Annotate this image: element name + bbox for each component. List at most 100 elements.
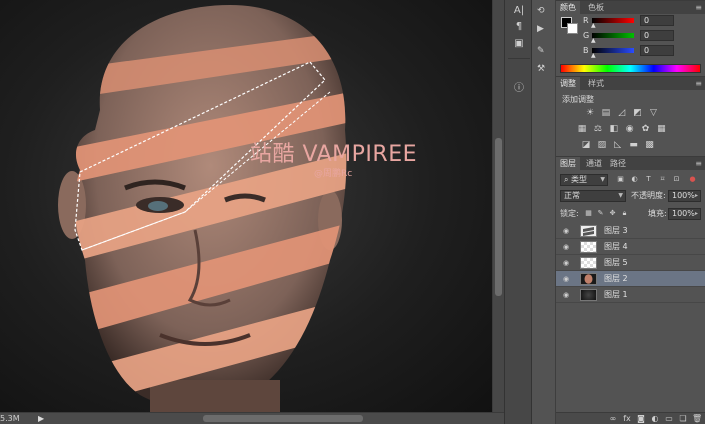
layer-filter-row: ⌕ 类型 ▼ ▣ ◐ T ⌑ ⊡ ● — [560, 174, 701, 186]
history-panel-icon[interactable]: ⟲ — [537, 6, 545, 16]
tab-channels[interactable]: 通道 — [582, 157, 606, 170]
document-size-text: 5.3M — [0, 414, 20, 423]
gradient-map-icon[interactable]: ▬ — [628, 139, 640, 151]
panel-menu-icon[interactable]: ≡ — [695, 77, 702, 90]
tab-styles[interactable]: 样式 — [584, 77, 608, 90]
hue-saturation-icon[interactable]: ▦ — [576, 123, 588, 135]
layer-thumbnail — [580, 289, 597, 301]
panel-menu-icon[interactable]: ≡ — [695, 1, 702, 14]
posterize-icon[interactable]: ▨ — [596, 139, 608, 151]
brush-panel-icon[interactable]: ✎ — [537, 46, 545, 56]
slider-knob-icon[interactable]: ▲ — [591, 53, 596, 59]
layer-thumbnail — [580, 225, 597, 237]
exposure-icon[interactable]: ◩ — [632, 107, 644, 119]
actions-panel-icon[interactable]: ▶ — [537, 24, 544, 34]
filter-adjustment-icon[interactable]: ◐ — [630, 175, 639, 184]
blue-value-input[interactable]: 0 — [640, 45, 674, 56]
visibility-eye-icon[interactable]: ◉ — [563, 259, 569, 267]
status-menu-arrow-icon[interactable]: ▶ — [38, 414, 44, 423]
blue-slider[interactable] — [592, 48, 634, 53]
channel-mixer-icon[interactable]: ✿ — [640, 123, 652, 135]
lock-position-icon[interactable]: ✥ — [608, 209, 617, 218]
layer-comps-icon[interactable]: ▣ — [511, 37, 527, 51]
layer-row[interactable]: ◉ 图层 5 — [556, 255, 705, 271]
status-bar: 5.3M ▶ — [0, 412, 504, 424]
fill-value: 100% — [672, 209, 695, 218]
canvas-horizontal-scrollbar[interactable] — [48, 415, 498, 422]
tab-adjustments[interactable]: 调整 — [556, 77, 580, 90]
fx-icon[interactable]: fx — [622, 414, 632, 424]
filter-shape-icon[interactable]: ⌑ — [658, 175, 667, 184]
red-value-input[interactable]: 0 — [640, 15, 674, 26]
tab-color[interactable]: 颜色 — [556, 1, 580, 14]
visibility-eye-icon[interactable]: ◉ — [563, 243, 569, 251]
curves-icon[interactable]: ◿ — [616, 107, 628, 119]
adjustments-panel: 调整 样式 ≡ 添加调整 ☀ ▤ ◿ ◩ ▽ ▦ ⚖ ◧ ◉ ✿ ▦ ◪ ▨ ◺… — [556, 76, 705, 156]
blend-mode-select[interactable]: 正常 ▼ — [560, 190, 626, 202]
filter-kind-select[interactable]: ⌕ 类型 ▼ — [560, 174, 608, 186]
layer-row[interactable]: ◉ 图层 1 — [556, 287, 705, 303]
vertical-scroll-thumb[interactable] — [495, 138, 502, 296]
vibrance-icon[interactable]: ▽ — [648, 107, 660, 119]
filter-pixel-icon[interactable]: ▣ — [616, 175, 625, 184]
info-panel-icon[interactable]: ⓘ — [511, 82, 527, 96]
color-lookup-icon[interactable]: ▦ — [655, 123, 667, 135]
document-canvas[interactable]: 站酷 VAMPIREE @周鹏Rc — [0, 0, 492, 412]
blend-mode-value: 正常 — [564, 191, 580, 200]
chevron-down-icon: ▼ — [618, 192, 623, 199]
slider-knob-icon[interactable]: ▲ — [591, 38, 596, 44]
layer-row[interactable]: ◉ 图层 4 — [556, 239, 705, 255]
folder-icon[interactable]: ▭ — [664, 414, 674, 424]
new-layer-icon[interactable]: ❏ — [678, 414, 688, 424]
green-slider[interactable] — [592, 33, 634, 38]
background-color-swatch[interactable] — [567, 23, 578, 34]
color-balance-icon[interactable]: ⚖ — [592, 123, 604, 135]
slider-knob-icon[interactable]: ▲ — [591, 23, 596, 29]
canvas-vertical-scrollbar[interactable] — [492, 0, 504, 412]
fill-label: 填充: — [648, 209, 667, 218]
tab-swatches[interactable]: 色板 — [584, 1, 608, 14]
photoshop-window: 站酷 VAMPIREE @周鹏Rc 5.3M ▶ A| ¶ ▣ ⓘ ⟲ ▶ ✎ … — [0, 0, 705, 424]
lock-image-icon[interactable]: ✎ — [596, 209, 605, 218]
visibility-eye-icon[interactable]: ◉ — [563, 291, 569, 299]
levels-icon[interactable]: ▤ — [600, 107, 612, 119]
visibility-eye-icon[interactable]: ◉ — [563, 275, 569, 283]
tool-presets-icon[interactable]: ⚒ — [537, 64, 545, 74]
color-spectrum-ramp[interactable] — [560, 64, 701, 73]
layer-row-selected[interactable]: ◉ 图层 2 — [556, 271, 705, 287]
watermark-title: 站酷 VAMPIREE — [250, 142, 418, 167]
opacity-input[interactable]: 100% ▸ — [668, 190, 701, 202]
brightness-icon[interactable]: ☀ — [584, 107, 596, 119]
layer-list: ◉ 图层 3 ◉ 图层 4 ◉ 图层 5 ◉ 图层 2 ◉ 图层 1 — [556, 223, 705, 307]
green-value-input[interactable]: 0 — [640, 30, 674, 41]
artwork — [58, 5, 347, 412]
filter-toggle-icon[interactable]: ● — [688, 175, 697, 184]
filter-type-icon[interactable]: T — [644, 175, 653, 184]
panel-menu-icon[interactable]: ≡ — [695, 157, 702, 170]
tab-paths[interactable]: 路径 — [606, 157, 630, 170]
horizontal-scroll-thumb[interactable] — [203, 415, 363, 422]
collapsed-panel-strip: A| ¶ ▣ ⓘ — [504, 0, 532, 424]
photo-filter-icon[interactable]: ◉ — [624, 123, 636, 135]
layer-row[interactable]: ◉ 图层 3 — [556, 223, 705, 239]
tab-layers[interactable]: 图层 — [556, 157, 580, 170]
link-icon[interactable]: ∞ — [608, 414, 618, 424]
mask-icon[interactable]: ◙ — [636, 414, 646, 424]
fill-input[interactable]: 100% ▸ — [668, 208, 701, 220]
black-white-icon[interactable]: ◧ — [608, 123, 620, 135]
red-slider[interactable] — [592, 18, 634, 23]
layers-panel-tabs: 图层 通道 路径 ≡ — [556, 157, 705, 170]
lock-transparent-icon[interactable]: ▦ — [584, 209, 593, 218]
layer-name: 图层 3 — [604, 226, 628, 235]
character-panel-icon[interactable]: A| — [511, 4, 527, 18]
selective-color-icon[interactable]: ▩ — [644, 139, 656, 151]
visibility-eye-icon[interactable]: ◉ — [563, 227, 569, 235]
threshold-icon[interactable]: ◺ — [612, 139, 624, 151]
paragraph-panel-icon[interactable]: ¶ — [511, 20, 527, 34]
invert-icon[interactable]: ◪ — [580, 139, 592, 151]
filter-smart-icon[interactable]: ⊡ — [672, 175, 681, 184]
lock-all-icon[interactable]: 🔒︎ — [620, 209, 629, 218]
trash-icon[interactable]: 🗑︎ — [692, 414, 702, 424]
layer-thumbnail — [580, 273, 597, 285]
adjustment-icon[interactable]: ◐ — [650, 414, 660, 424]
